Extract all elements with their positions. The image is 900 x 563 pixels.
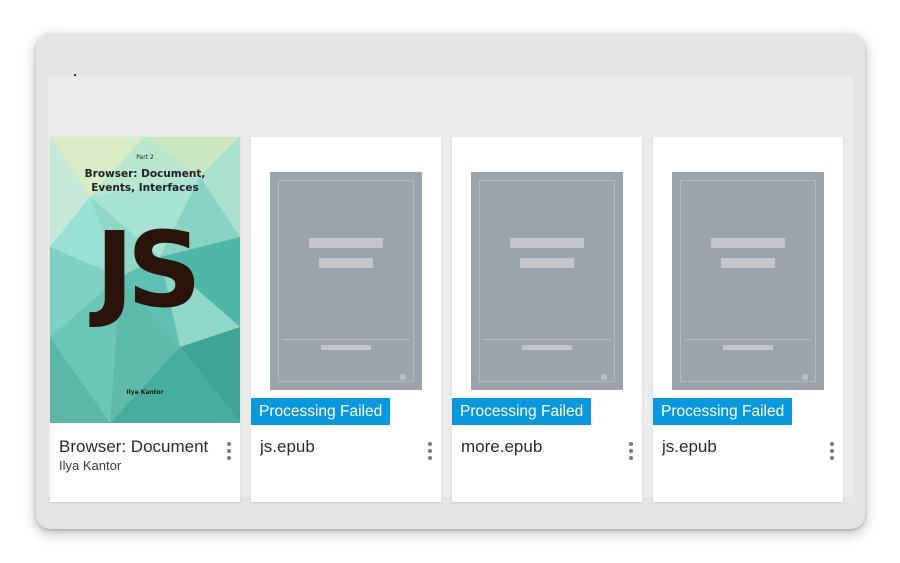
menu-dot bbox=[830, 456, 834, 460]
placeholder-cover bbox=[672, 172, 824, 390]
menu-dot bbox=[629, 442, 633, 446]
placeholder-line bbox=[321, 345, 371, 350]
book-cover[interactable]: Processing Failed bbox=[653, 137, 843, 425]
book-cover-image: Part 2 Browser: Document, Events, Interf… bbox=[50, 137, 240, 423]
cover-title-line-2: Events, Interfaces bbox=[91, 182, 199, 194]
book-cover[interactable]: Processing Failed bbox=[452, 137, 642, 425]
cover-author: Ilya Kantor bbox=[126, 389, 164, 396]
status-badge: Processing Failed bbox=[452, 398, 592, 425]
menu-dot bbox=[830, 442, 834, 446]
cover-title-line-1: Browser: Document, bbox=[84, 168, 206, 180]
placeholder-line bbox=[711, 238, 785, 248]
menu-dot bbox=[629, 449, 633, 453]
status-badge: Processing Failed bbox=[653, 398, 793, 425]
book-grid: Part 2 Browser: Document, Events, Interf… bbox=[48, 77, 853, 502]
placeholder-line bbox=[721, 258, 775, 268]
placeholder-rule bbox=[282, 339, 410, 340]
menu-dot bbox=[227, 442, 231, 446]
book-card[interactable]: Processing Failed js.epub bbox=[653, 137, 843, 502]
book-cover[interactable]: Part 2 Browser: Document, Events, Interf… bbox=[50, 137, 240, 423]
menu-dot bbox=[227, 456, 231, 460]
book-card[interactable]: Processing Failed js.epub bbox=[251, 137, 441, 502]
placeholder-mark bbox=[802, 374, 808, 380]
placeholder-line bbox=[723, 345, 773, 350]
status-badge: Processing Failed bbox=[251, 398, 391, 425]
menu-dot bbox=[428, 442, 432, 446]
placeholder-frame bbox=[479, 180, 615, 382]
book-cover[interactable]: Processing Failed bbox=[251, 137, 441, 425]
placeholder-rule bbox=[483, 339, 611, 340]
placeholder-cover bbox=[270, 172, 422, 390]
more-vertical-icon[interactable] bbox=[624, 438, 638, 464]
book-title[interactable]: js.epub bbox=[662, 437, 812, 457]
menu-dot bbox=[629, 456, 633, 460]
placeholder-line bbox=[520, 258, 574, 268]
more-vertical-icon[interactable] bbox=[222, 438, 236, 464]
menu-dot bbox=[227, 449, 231, 453]
more-vertical-icon[interactable] bbox=[423, 438, 437, 464]
book-card[interactable]: Part 2 Browser: Document, Events, Interf… bbox=[50, 137, 240, 502]
menu-dot bbox=[830, 449, 834, 453]
book-title[interactable]: js.epub bbox=[260, 437, 410, 457]
more-vertical-icon[interactable] bbox=[825, 438, 839, 464]
placeholder-rule bbox=[684, 339, 812, 340]
cover-part-label: Part 2 bbox=[136, 154, 154, 161]
placeholder-mark bbox=[400, 374, 406, 380]
menu-dot bbox=[428, 456, 432, 460]
book-title[interactable]: Browser: Document, Events, Interfaces bbox=[59, 437, 209, 457]
book-title[interactable]: more.epub bbox=[461, 437, 611, 457]
placeholder-line bbox=[522, 345, 572, 350]
placeholder-frame bbox=[278, 180, 414, 382]
placeholder-cover bbox=[471, 172, 623, 390]
divider bbox=[74, 74, 76, 76]
book-author: Ilya Kantor bbox=[59, 458, 122, 473]
book-card[interactable]: Processing Failed more.epub bbox=[452, 137, 642, 502]
placeholder-line bbox=[319, 258, 373, 268]
menu-dot bbox=[428, 449, 432, 453]
placeholder-mark bbox=[601, 374, 607, 380]
cover-js-logo: JS bbox=[95, 209, 202, 331]
cover-title: Browser: Document, Events, Interfaces bbox=[50, 167, 240, 195]
library-window: Part 2 Browser: Document, Events, Interf… bbox=[36, 34, 865, 529]
placeholder-frame bbox=[680, 180, 816, 382]
placeholder-line bbox=[309, 238, 383, 248]
placeholder-line bbox=[510, 238, 584, 248]
